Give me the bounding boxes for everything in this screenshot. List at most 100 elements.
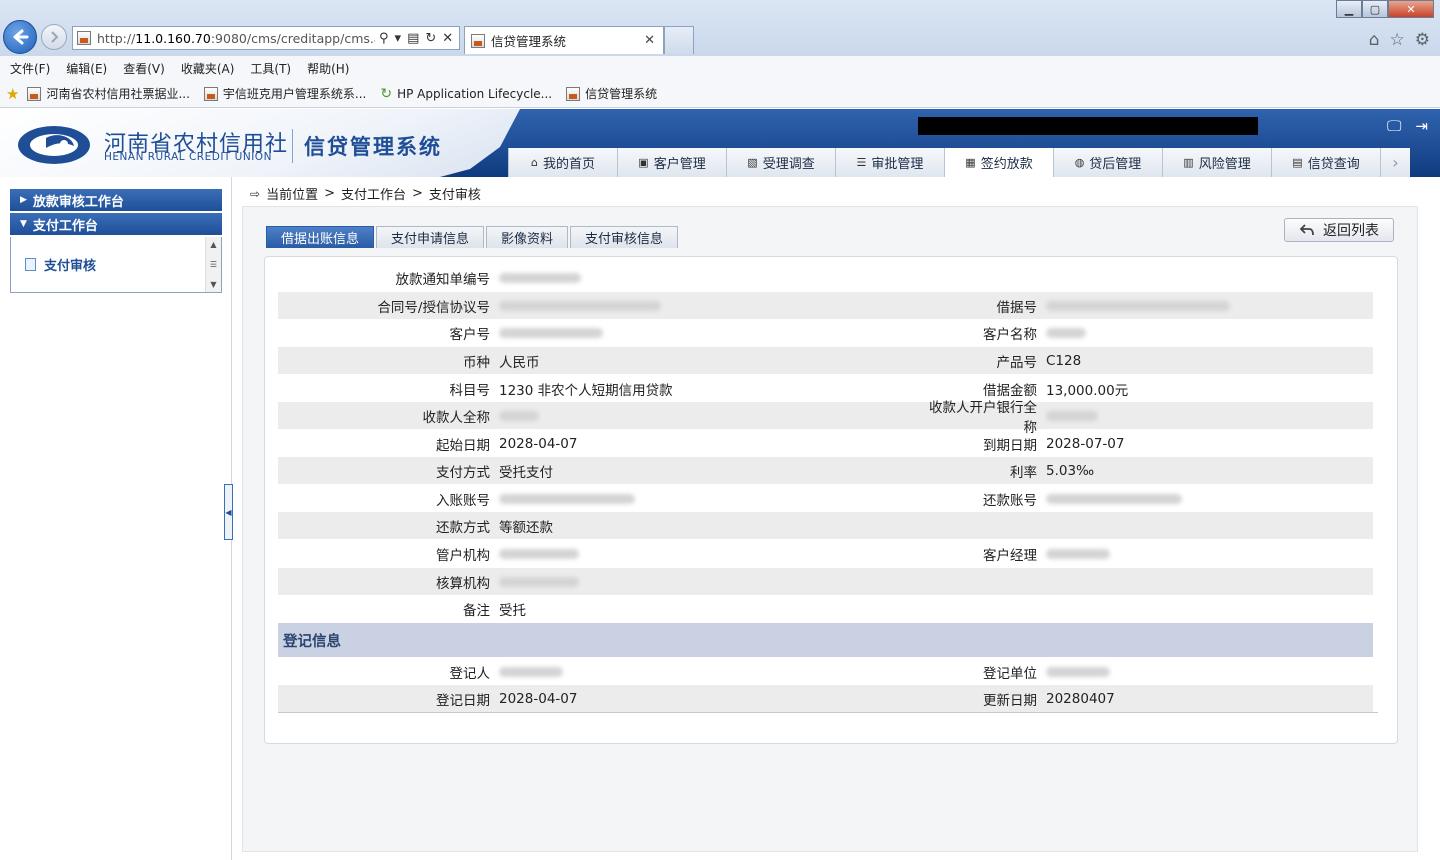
redacted-value [499,410,539,421]
breadcrumb-link[interactable]: 支付工作台 [341,184,406,203]
favorite-link[interactable]: 信贷管理系统 [566,85,657,102]
sidebar-group-body: 支付审核 ▲ ☰ ▼ [10,237,222,293]
content-tabs: 借据出账信息 支付申请信息 影像资料 支付审核信息 [266,226,679,248]
scroll-down-icon[interactable]: ▼ [210,280,216,289]
field-row: 合同号/授信协议号 借据号 [278,292,1373,319]
menu-tools[interactable]: 工具(T) [250,60,291,77]
menu-favorites[interactable]: 收藏夹(A) [181,60,235,77]
refresh-icon[interactable]: ↻ [425,31,436,46]
page-icon [27,86,42,101]
sidebar-item-payment-review[interactable]: 支付审核 [25,255,96,274]
nav-tab-risk[interactable]: ▥ 风险管理 [1162,148,1271,177]
field-row: 登记日期 2028-04-07 更新日期 20280407 [278,685,1373,712]
monitor-icon[interactable]: 🖵 [1387,117,1401,135]
coin-icon: ◍ [1074,156,1085,169]
browser-tab[interactable]: 信贷管理系统 ✕ [464,26,664,54]
search-icon[interactable]: ⚲ [379,31,389,46]
breadcrumb: ⇨ 当前位置 > 支付工作台 > 支付审核 [250,184,481,203]
forward-button[interactable] [41,24,67,50]
redacted-value [499,576,579,587]
tab-payment-application[interactable]: 支付申请信息 [376,226,485,248]
browser-titlebar: http://11.0.160.70:9080/cms/creditapp/cm… [0,0,1440,56]
redacted-user-info [918,117,1258,135]
nav-tab-signing[interactable]: ▦ 签约放款 [944,148,1053,177]
maximize-button[interactable]: ▢ [1362,0,1388,18]
tab-payment-review[interactable]: 支付审核信息 [570,226,679,248]
menu-help[interactable]: 帮助(H) [307,60,349,77]
risk-icon: ▥ [1183,156,1194,169]
contract-icon: ▦ [965,156,976,169]
nav-tab-approval[interactable]: ☰ 审批管理 [835,148,944,177]
list-icon: ☰ [856,156,867,169]
field-row: 核算机构 [278,568,1373,595]
breadcrumb-current: 支付审核 [428,188,481,203]
menu-edit[interactable]: 编辑(E) [66,60,107,77]
home-icon: ⌂ [531,156,538,169]
redacted-value [499,493,635,504]
favorite-link[interactable]: 河南省农村信用社票据业... [27,85,190,102]
sidebar-scrollbar[interactable]: ▲ ☰ ▼ [205,237,221,292]
dropdown-icon[interactable]: ▾ [395,31,402,46]
url-text[interactable]: http://11.0.160.70:9080/cms/creditapp/cm… [97,31,375,46]
table-bottom-border [278,712,1378,713]
compat-view-icon[interactable]: ▤ [407,31,419,46]
address-bar[interactable]: http://11.0.160.70:9080/cms/creditapp/cm… [72,26,460,50]
minimize-button[interactable]: ▁ [1336,0,1362,18]
stop-icon[interactable]: ✕ [442,31,453,46]
caret-down-icon: ▼ [20,219,27,229]
nav-tab-query[interactable]: ▤ 信贷查询 [1271,148,1380,177]
favorites-star-icon[interactable]: ☆ [1390,30,1405,50]
tab-images[interactable]: 影像资料 [486,226,569,248]
field-row: 入账账号 还款账号 [278,485,1373,512]
customer-icon: ▣ [638,156,649,169]
redacted-value [1046,548,1110,559]
close-tab-icon[interactable]: ✕ [644,33,655,48]
favorites-star-icon[interactable]: ★ [6,85,19,103]
scroll-thumb-icon[interactable]: ☰ [210,260,217,269]
nav-tab-investigation[interactable]: ▧ 受理调查 [726,148,835,177]
back-button[interactable] [3,20,37,54]
system-name: 信贷管理系统 [304,135,442,159]
favorite-link[interactable]: ↻ HP Application Lifecycle... [380,86,552,102]
field-row: 放款通知单编号 [278,264,1373,291]
logo-divider [292,129,293,163]
section-header-registration: 登记信息 [278,623,1373,657]
field-row: 科目号 1230 非农个人短期信用贷款 借据金额 13,000.00元 [449,382,1129,399]
menu-file[interactable]: 文件(F) [10,60,50,77]
arrow-left-icon [13,29,29,45]
favorite-link[interactable]: 宇信班克用户管理系统系... [203,85,366,102]
back-to-list-button[interactable]: 返回列表 [1284,218,1394,242]
redacted-value [1046,300,1230,311]
nav-more-arrow-icon[interactable]: › [1380,148,1410,177]
sidebar-group-loan-review[interactable]: ▶ 放款审核工作台 [10,189,222,213]
close-window-button[interactable]: ✕ [1388,0,1434,18]
redacted-value [499,666,563,677]
app-header: 河南省农村信用社 HENAN RURAL CREDIT UNION 信贷管理系统… [0,109,1440,177]
nav-tab-post-loan[interactable]: ◍ 贷后管理 [1053,148,1162,177]
document-icon [25,258,36,271]
credit-union-logo-icon [18,126,90,164]
field-row: 支付方式 受托支付 利率 5.03‰ [278,457,1373,484]
sidebar-group-payment[interactable]: ▼ 支付工作台 [10,213,222,237]
page-icon [471,33,485,48]
sidebar-collapse-handle[interactable]: ◀ [224,484,233,540]
scroll-up-icon[interactable]: ▲ [210,240,216,249]
redacted-value [1046,493,1182,504]
tab-loan-disbursement[interactable]: 借据出账信息 [266,226,375,248]
home-icon[interactable]: ⌂ [1369,30,1380,50]
gear-icon[interactable]: ⚙ [1415,30,1430,50]
field-row: 币种 人民币 产品号 C128 [278,347,1373,374]
page-icon [203,86,218,101]
nav-tab-customer[interactable]: ▣ 客户管理 [617,148,726,177]
nav-tab-home[interactable]: ⌂ 我的首页 [508,148,617,177]
field-row: 管户机构 客户经理 [278,540,1373,567]
menu-view[interactable]: 查看(V) [123,60,165,77]
redacted-value [499,272,581,283]
logout-icon[interactable]: ⇥ [1415,117,1428,135]
redacted-value [499,327,603,338]
report-icon: ▤ [1292,156,1303,169]
new-tab-button[interactable] [664,26,694,54]
favorites-bar: ★ 河南省农村信用社票据业... 宇信班克用户管理系统系... ↻ HP Appl… [0,80,1440,108]
arrow-right-icon [51,31,59,43]
refresh-leaf-icon: ↻ [380,85,393,102]
